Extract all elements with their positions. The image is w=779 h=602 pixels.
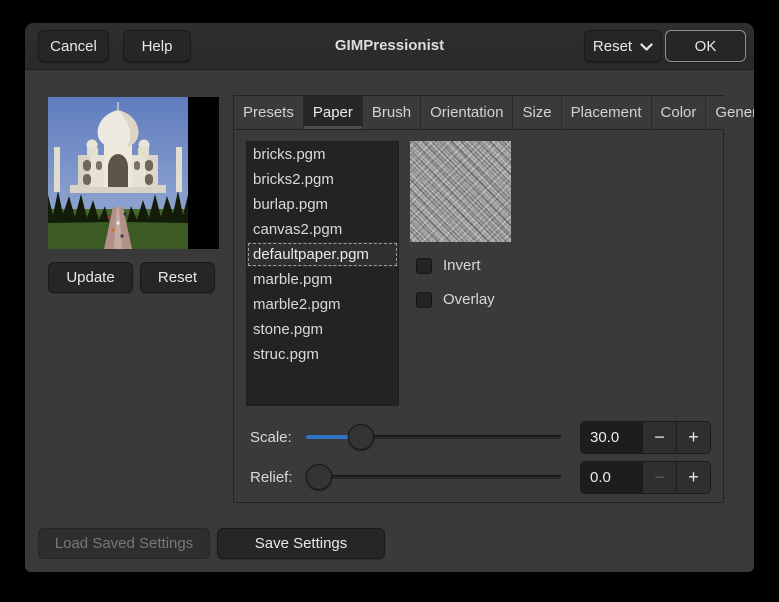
save-settings-button[interactable]: Save Settings [217,528,385,559]
taj-mahal-preview-image [48,97,188,249]
screen: GIMPressionist Cancel Help Reset OK [0,0,779,602]
tab-bar: Presets Paper Brush Orientation Size Pla… [234,96,723,130]
scale-slider-row: Scale: 30.0 − + [234,421,723,454]
reset-dropdown-label: Reset [593,38,632,55]
invert-label: Invert [443,257,481,274]
list-item[interactable]: bricks.pgm [247,142,398,167]
help-button[interactable]: Help [123,30,191,62]
tab-color[interactable]: Color [652,96,707,129]
relief-value-input[interactable]: 0.0 [581,462,642,493]
update-button[interactable]: Update [48,262,133,293]
invert-checkbox[interactable] [416,258,432,274]
scale-spinbox: 30.0 − + [580,421,711,454]
relief-label: Relief: [250,461,293,494]
list-item[interactable]: defaultpaper.pgm [247,242,398,267]
preview-reset-button[interactable]: Reset [140,262,215,293]
reset-dropdown-button[interactable]: Reset [584,30,662,62]
tab-size[interactable]: Size [513,96,561,129]
chevron-down-icon [640,43,653,52]
tab-presets[interactable]: Presets [234,96,304,129]
list-item[interactable]: marble.pgm [247,267,398,292]
overlay-option: Overlay [416,291,495,308]
titlebar: GIMPressionist Cancel Help Reset OK [25,23,754,70]
relief-increment-button[interactable]: + [676,462,710,493]
load-saved-settings-button[interactable]: Load Saved Settings [38,528,210,559]
paper-tab-panel: bricks.pgm bricks2.pgm burlap.pgm canvas… [234,129,723,502]
scale-slider-track[interactable] [306,435,561,439]
relief-slider-track[interactable] [306,475,561,479]
scale-decrement-button[interactable]: − [642,422,676,453]
list-item[interactable]: burlap.pgm [247,192,398,217]
invert-option: Invert [416,257,481,274]
list-item[interactable]: bricks2.pgm [247,167,398,192]
ok-button[interactable]: OK [665,30,746,62]
overlay-label: Overlay [443,291,495,308]
scale-slider-thumb[interactable] [348,424,374,450]
relief-slider-thumb[interactable] [306,464,332,490]
overlay-checkbox[interactable] [416,292,432,308]
list-item[interactable]: struc.pgm [247,342,398,367]
image-preview [48,97,219,249]
list-item[interactable]: stone.pgm [247,317,398,342]
paper-file-list[interactable]: bricks.pgm bricks2.pgm burlap.pgm canvas… [246,141,399,406]
tab-brush[interactable]: Brush [363,96,421,129]
tab-paper[interactable]: Paper [304,96,363,129]
gimpressionist-dialog: GIMPressionist Cancel Help Reset OK [25,23,754,572]
scale-value-input[interactable]: 30.0 [581,422,642,453]
cancel-button[interactable]: Cancel [38,30,109,62]
relief-spinbox: 0.0 − + [580,461,711,494]
list-item[interactable]: canvas2.pgm [247,217,398,242]
list-item[interactable]: marble2.pgm [247,292,398,317]
scale-increment-button[interactable]: + [676,422,710,453]
tab-placement[interactable]: Placement [562,96,652,129]
paper-texture-preview [410,141,511,242]
tab-general[interactable]: General [706,96,754,129]
settings-notebook: Presets Paper Brush Orientation Size Pla… [233,95,724,503]
tab-orientation[interactable]: Orientation [421,96,513,129]
scale-label: Scale: [250,421,292,454]
relief-slider-row: Relief: 0.0 − + [234,461,723,494]
relief-decrement-button[interactable]: − [642,462,676,493]
